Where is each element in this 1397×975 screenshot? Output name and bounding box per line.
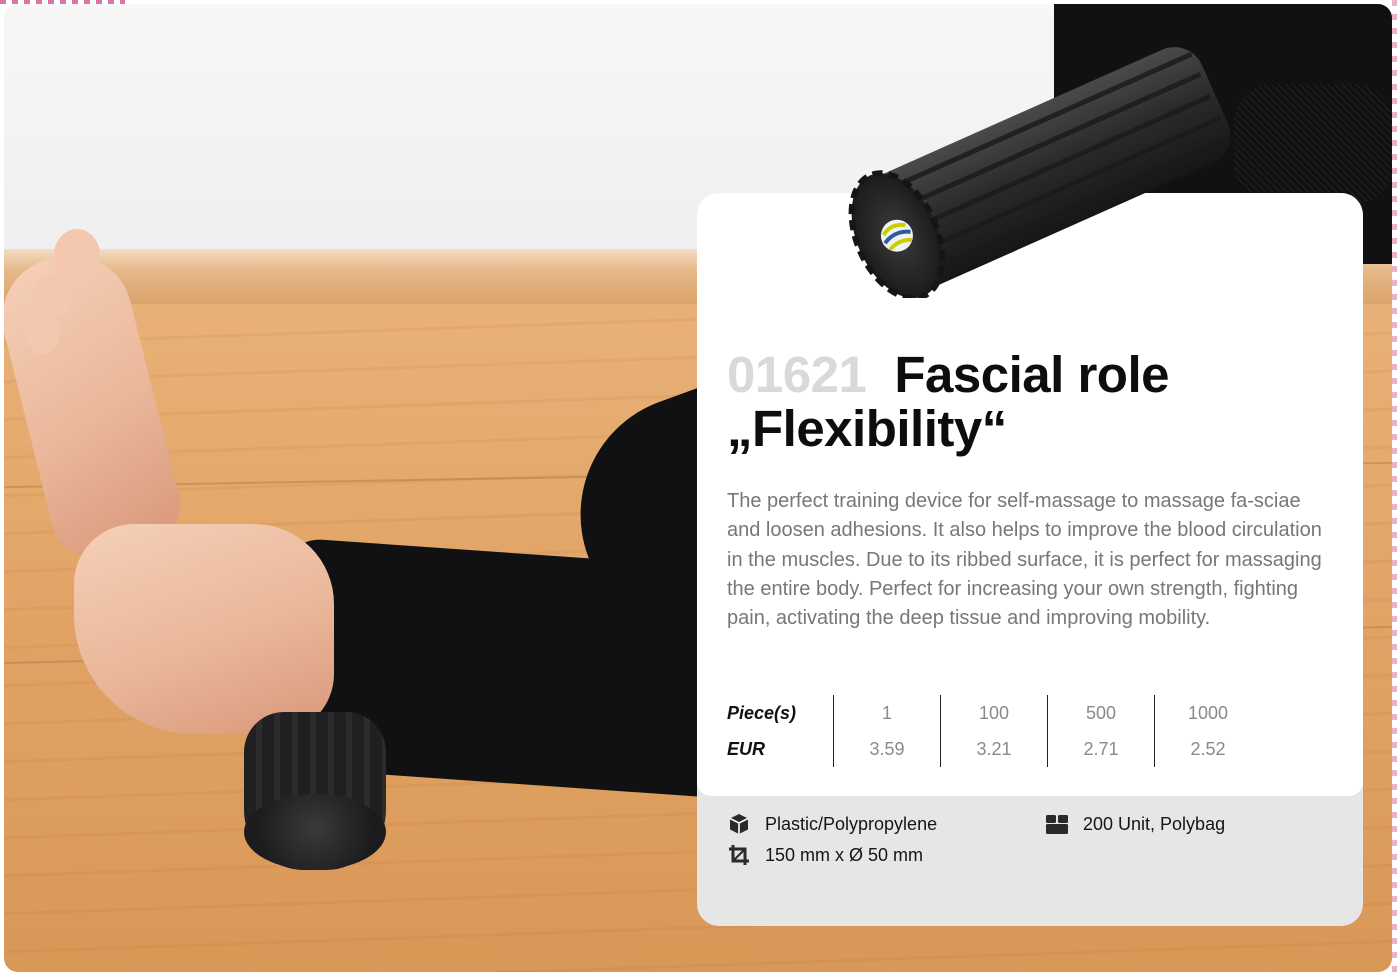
- foot-heel: [74, 524, 334, 734]
- price-cell: 2.71: [1047, 731, 1155, 767]
- product-image: [848, 47, 1231, 298]
- box-icon: [727, 812, 751, 836]
- spec-dimensions: 150 mm x Ø 50 mm: [727, 842, 923, 868]
- spec-material-text: Plastic/Polypropylene: [765, 813, 938, 834]
- price-table: Piece(s) 1 100 500 1000 EUR 3.59 3.21 2.…: [727, 695, 1261, 767]
- product-card: 01621 Fascial role „Flexibility“ The perfe…: [697, 193, 1363, 926]
- package-icon: [1045, 812, 1069, 836]
- floor-roller-end: [244, 794, 386, 870]
- spec-packaging-text: 200 Unit, Polybag: [1083, 813, 1226, 834]
- product-specs: Plastic/Polypropylene 150 mm x Ø 50 mm 2…: [727, 811, 1347, 881]
- product-code: 01621: [727, 346, 867, 403]
- quantity-cell: 1000: [1154, 695, 1261, 731]
- quantity-label: Piece(s): [727, 702, 797, 723]
- price-cell: 3.59: [833, 731, 941, 767]
- toe: [34, 274, 72, 318]
- price-row: EUR 3.59 3.21 2.71 2.52: [727, 731, 1261, 767]
- edge-decoration: [1392, 0, 1397, 975]
- quantity-cell: 1: [833, 695, 941, 731]
- quantity-row: Piece(s) 1 100 500 1000: [727, 695, 1261, 731]
- toe: [26, 314, 60, 354]
- product-title: 01621 Fascial role „Flexibility“: [727, 348, 1347, 456]
- product-description: The perfect training device for self-mas…: [727, 490, 1322, 630]
- crop-icon: [727, 843, 751, 867]
- product-title-line2: „Flexibility“: [727, 400, 1007, 457]
- toe: [54, 229, 100, 281]
- spec-dimensions-text: 150 mm x Ø 50 mm: [765, 844, 924, 865]
- price-cell: 3.21: [940, 731, 1048, 767]
- spec-material: Plastic/Polypropylene: [727, 811, 937, 837]
- spec-packaging: 200 Unit, Polybag: [1045, 811, 1225, 837]
- quantity-cell: 500: [1047, 695, 1155, 731]
- quantity-cell: 100: [940, 695, 1048, 731]
- price-cell: 2.52: [1154, 731, 1261, 767]
- price-label: EUR: [727, 738, 766, 759]
- product-title-line1: Fascial role: [894, 346, 1169, 403]
